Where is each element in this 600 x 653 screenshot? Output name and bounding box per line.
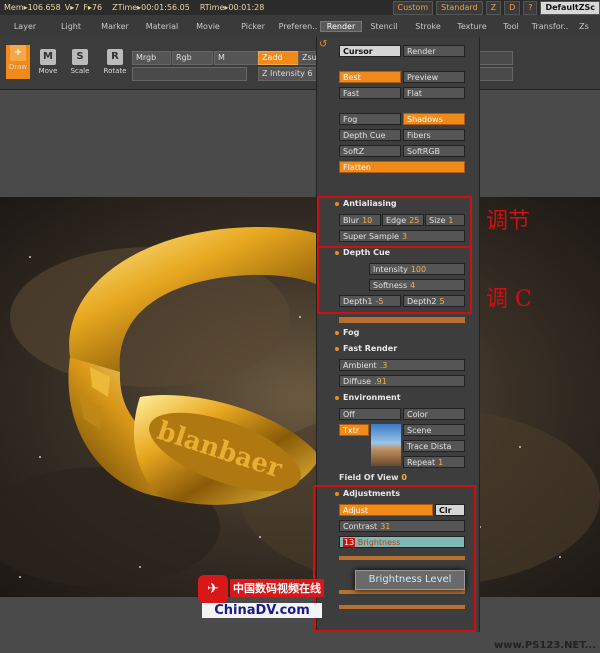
scale-label: Scale [70,67,90,75]
move-tool[interactable]: M Move [36,49,60,75]
best-button[interactable]: Best [339,71,401,83]
preview-button[interactable]: Preview [403,71,465,83]
rotate-tool[interactable]: R Rotate [100,49,130,75]
menu-marker[interactable]: Marker [92,22,138,31]
pin-icon[interactable]: ↺ [319,39,327,50]
rtime-readout: RTime▸00:01:28 [199,3,265,12]
logo-cn-text: 中国数码视频在线 [230,579,324,597]
fibers-button[interactable]: Fibers [403,129,465,141]
canvas-viewport[interactable]: blanbaer [0,197,600,597]
menu-render[interactable]: Render [320,20,362,32]
repeat-value: 1 [438,458,444,467]
z-intensity-label: Z Intensity [262,69,305,78]
env-off-button[interactable]: Off [339,408,401,420]
default-zscript-button[interactable]: DefaultZSc [540,0,600,15]
rgb-intensity-slider[interactable] [132,67,247,81]
right-chip-1[interactable] [478,51,513,65]
move-icon: M [40,49,56,65]
scale-icon: S [72,49,88,65]
custom-button[interactable]: Custom [392,0,434,15]
watermark-text: www.PS123.NET... [494,640,596,651]
menu-bar: Layer Light Marker Material Movie Picker… [0,15,600,38]
diffuse-value: .91 [374,377,387,386]
env-scene-button[interactable]: Scene [403,424,465,436]
f-readout: F▸76 [83,3,103,12]
field-of-view-value: 0 [401,473,407,482]
softrgb-button[interactable]: SoftRGB [403,145,465,157]
ambient-value: .3 [379,361,388,370]
softz-button[interactable]: SoftZ [339,145,401,157]
trace-distance-slider[interactable]: Trace Dista [403,440,465,452]
v-readout: V▸7 [64,3,80,12]
menu-layer[interactable]: Layer [0,22,50,31]
zadd-button[interactable]: Zadd [258,51,299,65]
logo-en-text: ChinaDV.com [202,603,322,618]
field-of-view-label: Field Of View [339,473,399,482]
menu-stencil[interactable]: Stencil [362,22,406,31]
menu-preferences[interactable]: Preferen.. [276,22,320,31]
diffuse-slider[interactable]: Diffuse .91 [339,375,465,387]
fast-button[interactable]: Fast [339,87,401,99]
z-intensity-value: 6 [307,69,313,78]
draw-icon: + [10,45,26,61]
mem-readout: Mem▸106.658 [4,3,61,12]
d-button[interactable]: D [504,0,521,15]
annotation-text-2: 调 C [486,287,532,312]
shadows-button[interactable]: Shadows [403,113,465,125]
field-of-view-slider[interactable]: Field Of View 0 [339,473,407,482]
menu-texture[interactable]: Texture [450,22,494,31]
fog-header[interactable]: Fog [335,328,359,337]
menu-picker[interactable]: Picker [230,22,276,31]
tool-shelf: + Draw M Move S Scale R Rotate Mrgb Rgb … [0,37,600,90]
scale-tool[interactable]: S Scale [68,49,92,75]
rotate-icon: R [107,49,123,65]
help-button[interactable]: ? [523,0,538,15]
menu-zscript[interactable]: Zs [572,22,596,31]
depth-cue-curve-bar[interactable] [339,317,465,323]
chinadv-logo: ✈ 中国数码视频在线 ChinaDV.com [198,575,324,622]
flatten-button[interactable]: Flatten [339,161,465,173]
draw-label: Draw [8,63,28,71]
depth-cue-button[interactable]: Depth Cue [339,129,401,141]
render-button[interactable]: Render [403,45,465,57]
ring-render: blanbaer [0,197,600,597]
m-button[interactable]: M [214,51,259,65]
annotation-box-antialiasing [317,196,472,248]
menu-material[interactable]: Material [138,22,186,31]
ambient-label: Ambient [343,361,377,370]
fog-button[interactable]: Fog [339,113,401,125]
ztime-readout: ZTime▸00:01:56.05 [112,3,190,12]
menu-light[interactable]: Light [50,22,92,31]
right-chip-2[interactable] [478,67,513,81]
env-txtr-button[interactable]: Txtr [339,424,369,436]
repeat-label: Repeat [407,458,436,467]
annotation-box-adjustments [313,485,476,632]
rotate-label: Rotate [103,67,127,75]
menu-stroke[interactable]: Stroke [406,22,450,31]
environment-texture-thumbnail[interactable] [371,424,401,466]
env-color-button[interactable]: Color [403,408,465,420]
repeat-slider[interactable]: Repeat 1 [403,456,465,468]
move-label: Move [38,67,58,75]
standard-button[interactable]: Standard [436,0,483,15]
diffuse-label: Diffuse [343,377,372,386]
rgb-button[interactable]: Rgb [172,51,213,65]
chinadv-logo-icon: ✈ [198,575,228,603]
z-button[interactable]: Z [485,0,502,15]
flat-button[interactable]: Flat [403,87,465,99]
cursor-button[interactable]: Cursor [339,45,401,57]
z-intensity-slider[interactable]: Z Intensity 6 [258,67,321,81]
menu-movie[interactable]: Movie [186,22,230,31]
menu-transform[interactable]: Transfor.. [528,22,572,31]
status-bar: Mem▸106.658 V▸7 F▸76 ZTime▸00:01:56.05 R… [0,0,600,15]
ambient-slider[interactable]: Ambient .3 [339,359,465,371]
draw-tool[interactable]: + Draw [6,45,30,79]
annotation-text-1: 调节 [486,209,531,234]
fast-render-header[interactable]: Fast Render [335,344,397,353]
menu-tool[interactable]: Tool [494,22,528,31]
mrgb-button[interactable]: Mrgb [132,51,171,65]
environment-header[interactable]: Environment [335,393,401,402]
annotation-box-depth-cue [317,246,472,314]
